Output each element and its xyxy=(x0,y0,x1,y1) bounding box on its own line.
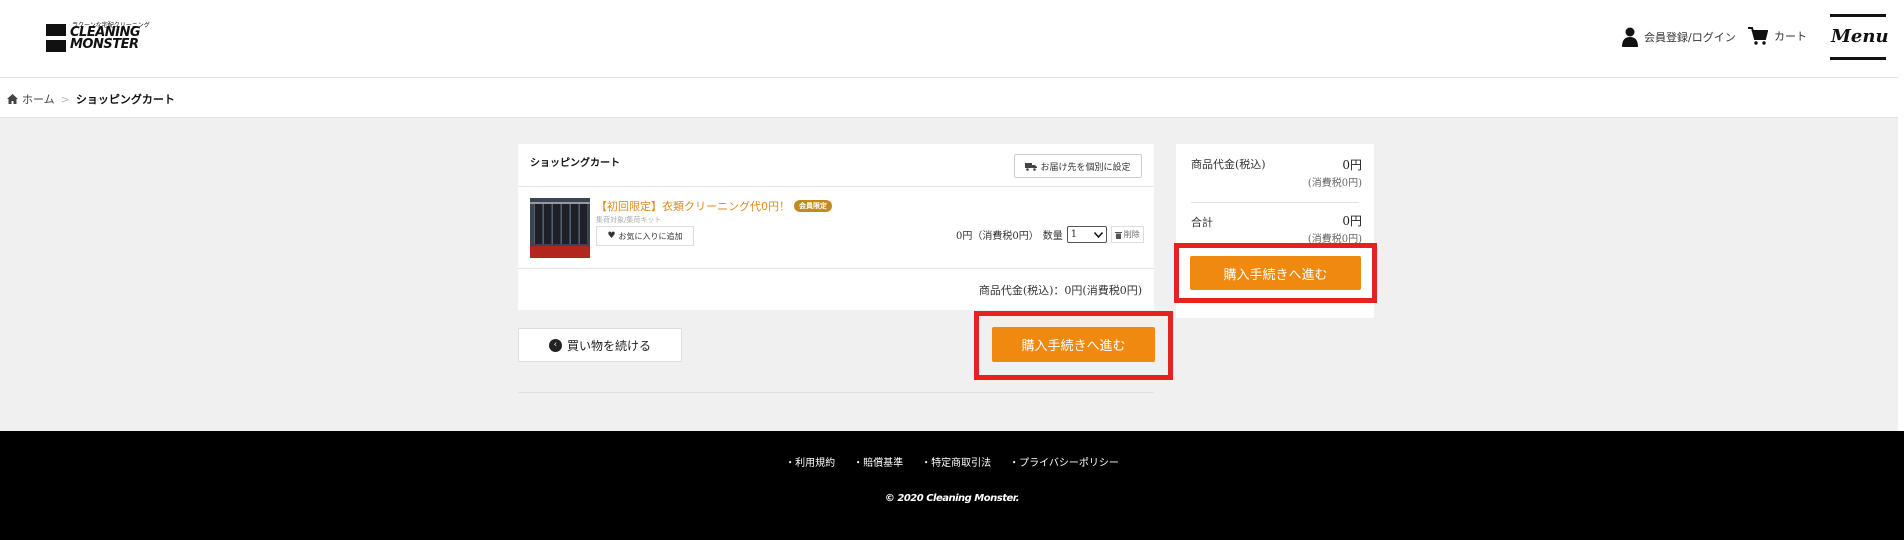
register-login-link[interactable]: 会員登録/ログイン xyxy=(1622,27,1736,47)
user-icon xyxy=(1622,27,1638,47)
menu-label: Menu xyxy=(1831,26,1889,47)
summary-product-label: 商品代金(税込) xyxy=(1191,158,1266,171)
item-price-row: 0円（消費税0円） 数量 1 削除 xyxy=(956,226,1144,243)
cart-panel: ショッピングカート お届け先を個別に設定 【初回限定】衣類クリーニング代0円！ … xyxy=(518,144,1154,310)
footer-links: 利用規約 賠償基準 特定商取引法 プライバシーポリシー xyxy=(0,454,1904,469)
product-name: 【初回限定】衣類クリーニング代0円！ xyxy=(596,200,790,213)
summary-total-label: 合計 xyxy=(1191,216,1213,229)
logo-line-2: MONSTER xyxy=(70,37,139,52)
product-name-link[interactable]: 【初回限定】衣類クリーニング代0円！ 会員限定 xyxy=(596,198,832,214)
site-footer: 利用規約 賠償基準 特定商取引法 プライバシーポリシー © 2020 Clean… xyxy=(0,431,1904,540)
footer-link-privacy[interactable]: プライバシーポリシー xyxy=(1009,454,1119,469)
add-to-favorites-label: お気に入りに追加 xyxy=(618,231,683,241)
chevron-down-icon xyxy=(1093,231,1103,238)
continue-shopping-label: 買い物を続ける xyxy=(566,338,651,353)
item-price: 0円（消費税0円） xyxy=(956,231,1039,242)
quantity-value: 1 xyxy=(1070,229,1078,240)
menu-button[interactable]: Menu xyxy=(1830,14,1889,60)
checkout-button-main[interactable]: 購入手続きへ進む xyxy=(992,327,1155,362)
quantity-label: 数量 xyxy=(1042,231,1063,242)
cart-title: ショッピングカート xyxy=(530,158,620,169)
home-icon xyxy=(7,94,18,104)
quantity-select[interactable]: 1 xyxy=(1066,226,1107,243)
checkout-label-side: 購入手続きへ進む xyxy=(1223,267,1328,283)
checkout-button-side[interactable]: 購入手続きへ進む xyxy=(1190,256,1361,290)
set-shipping-address-button[interactable]: お届け先を個別に設定 xyxy=(1014,154,1142,178)
footer-link-terms[interactable]: 利用規約 xyxy=(785,454,835,469)
copyright: © 2020 Cleaning Monster. xyxy=(884,493,1020,504)
cart-subtotal: 商品代金(税込)：0円(消費税0円) xyxy=(978,284,1142,297)
site-logo[interactable]: ラクーンな宅配クリーニング CLEANING MONSTER xyxy=(46,20,150,56)
register-login-label: 会員登録/ログイン xyxy=(1644,31,1736,44)
breadcrumb-current: ショッピングカート xyxy=(75,93,175,106)
footer-link-commerce-law[interactable]: 特定商取引法 xyxy=(921,454,991,469)
checkout-label-main: 購入手続きへ進む xyxy=(1021,339,1126,354)
trash-icon xyxy=(1114,231,1122,239)
delete-item-button[interactable]: 削除 xyxy=(1110,226,1144,243)
summary-product-tax: (消費税0円) xyxy=(1307,178,1362,189)
summary-total-value: 0円 xyxy=(1342,214,1362,228)
heart-icon: ♥ xyxy=(607,231,616,241)
continue-shopping-button[interactable]: ‹ 買い物を続ける xyxy=(518,328,682,362)
breadcrumb-separator: > xyxy=(60,92,70,106)
divider xyxy=(518,186,1154,187)
member-only-badge: 会員限定 xyxy=(794,200,832,212)
footer-link-compensation[interactable]: 賠償基準 xyxy=(853,454,903,469)
product-subtitle: 集荷対象/集荷キット xyxy=(596,216,662,224)
set-shipping-address-label: お届け先を個別に設定 xyxy=(1040,162,1131,173)
breadcrumb-home[interactable]: ホーム xyxy=(22,91,55,107)
logo-mark xyxy=(46,24,66,52)
divider xyxy=(518,268,1154,269)
add-to-favorites-button[interactable]: ♥ お気に入りに追加 xyxy=(596,226,694,246)
cart-link[interactable]: カート xyxy=(1748,27,1807,45)
cart-label: カート xyxy=(1774,30,1807,43)
divider xyxy=(1191,202,1359,203)
scrollbar-track[interactable] xyxy=(1898,0,1904,431)
summary-product-value: 0円 xyxy=(1342,158,1362,172)
breadcrumb: ホーム > ショッピングカート xyxy=(0,78,1904,118)
chevron-left-icon: ‹ xyxy=(548,338,562,352)
delete-item-label: 削除 xyxy=(1123,230,1140,239)
product-thumbnail[interactable] xyxy=(530,198,590,258)
cart-icon xyxy=(1748,27,1768,45)
logo-wordmark: CLEANING MONSTER xyxy=(70,26,141,52)
site-header: ラクーンな宅配クリーニング CLEANING MONSTER 会員登録/ログイン… xyxy=(0,0,1904,78)
divider xyxy=(518,392,1154,393)
truck-icon xyxy=(1025,162,1038,171)
